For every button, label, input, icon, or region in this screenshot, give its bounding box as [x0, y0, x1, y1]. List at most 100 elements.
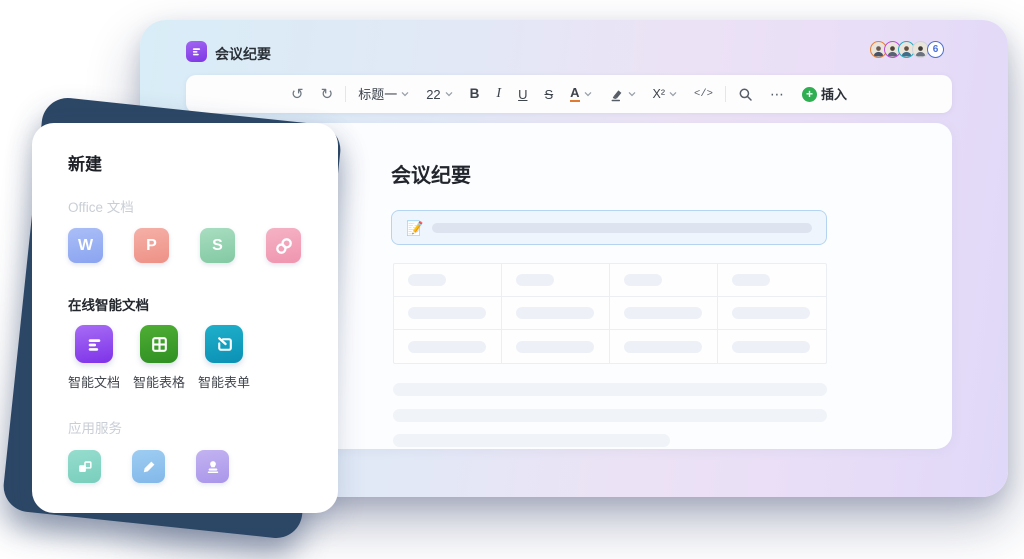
input-placeholder-bar	[432, 223, 812, 233]
insert-label: 插入	[821, 88, 847, 101]
more-icon: ⋯	[770, 87, 785, 101]
new-document-panel: 新建 Office 文档 W P S 在线智能文档	[32, 123, 338, 513]
app-services-row	[68, 450, 229, 483]
highlighter-icon	[609, 87, 624, 102]
chevron-down-icon	[584, 91, 592, 97]
table-cell-placeholder	[394, 297, 502, 330]
screenshot-stage: 会议纪要 6 ↺ ↻	[0, 0, 1024, 559]
titlebar: 会议纪要 6	[140, 20, 1008, 82]
text-placeholder	[393, 409, 827, 422]
font-color-icon: A	[570, 86, 579, 102]
paragraph-style-label: 标题一	[358, 88, 397, 101]
strikethrough-button[interactable]: S	[539, 85, 558, 104]
table-cell-placeholder	[502, 330, 610, 363]
office-section-label: Office 文档	[68, 196, 134, 216]
toolbar-divider	[345, 86, 346, 102]
stamp-icon	[204, 458, 222, 476]
table-cell-placeholder	[610, 330, 718, 363]
presentation-letter: P	[146, 237, 157, 255]
more-button[interactable]: ⋯	[765, 84, 790, 104]
search-icon	[738, 87, 753, 102]
table-cell-placeholder	[502, 297, 610, 330]
stamp-service-tile[interactable]	[196, 450, 229, 483]
highlight-dropdown[interactable]	[604, 84, 641, 105]
smart-form-tile	[205, 325, 243, 363]
code-button[interactable]: </>	[689, 86, 718, 103]
pdf-icon	[273, 235, 295, 257]
redo-icon: ↻	[321, 87, 334, 102]
table-cell-placeholder	[718, 297, 826, 330]
text-placeholder	[393, 434, 670, 447]
doc-lines-icon	[84, 334, 105, 355]
person-icon	[872, 44, 885, 57]
paragraph-style-dropdown[interactable]: 标题一	[353, 85, 414, 104]
chevron-down-icon	[628, 91, 636, 97]
collaborator-avatars: 6	[873, 41, 944, 58]
font-color-dropdown[interactable]: A	[565, 83, 596, 105]
chevron-down-icon	[401, 91, 409, 97]
smart-sheet-label: 智能表格	[133, 372, 185, 391]
new-smart-doc[interactable]: 智能文档	[68, 325, 120, 391]
table-cell-placeholder	[610, 264, 718, 297]
grid-icon	[149, 334, 170, 355]
workflow-icon	[76, 458, 94, 476]
panel-title: 新建	[68, 150, 102, 175]
table-cell-placeholder	[610, 297, 718, 330]
table-cell-placeholder	[394, 264, 502, 297]
memo-icon: 📝	[406, 221, 423, 235]
new-smart-form[interactable]: 智能表单	[198, 325, 250, 391]
plus-icon: +	[802, 87, 817, 102]
new-spreadsheet-tile[interactable]: S	[200, 228, 235, 263]
spreadsheet-letter: S	[212, 237, 223, 255]
document-icon	[186, 41, 207, 62]
workflow-service-tile[interactable]	[68, 450, 101, 483]
redo-button[interactable]: ↻	[316, 84, 339, 105]
signature-service-tile[interactable]	[132, 450, 165, 483]
services-section-label: 应用服务	[68, 417, 122, 437]
office-doc-row: W P S	[68, 228, 301, 263]
table-cell-placeholder	[394, 330, 502, 363]
bold-button[interactable]: B	[465, 84, 485, 104]
formatting-toolbar: ↺ ↻ 标题一 22 B I U S A	[186, 75, 952, 113]
new-presentation-tile[interactable]: P	[134, 228, 169, 263]
window-title: 会议纪要	[215, 44, 271, 64]
insert-button[interactable]: + 插入	[797, 84, 852, 105]
collaborator-count-badge[interactable]: 6	[927, 41, 944, 58]
toolbar-divider	[725, 86, 726, 102]
new-word-doc-tile[interactable]: W	[68, 228, 103, 263]
italic-button[interactable]: I	[491, 84, 506, 104]
word-letter: W	[78, 237, 93, 255]
inline-note-input[interactable]: 📝	[391, 210, 827, 245]
signature-pen-icon	[140, 458, 158, 476]
placeholder-table	[393, 263, 827, 364]
table-cell-placeholder	[718, 264, 826, 297]
superscript-icon: X²	[653, 88, 666, 101]
superscript-dropdown[interactable]: X²	[648, 85, 683, 104]
table-cell-placeholder	[502, 264, 610, 297]
new-pdf-tile[interactable]	[266, 228, 301, 263]
new-smart-sheet[interactable]: 智能表格	[133, 325, 185, 391]
font-size-value: 22	[426, 88, 440, 101]
chevron-down-icon	[669, 91, 677, 97]
font-size-dropdown[interactable]: 22	[421, 85, 457, 104]
smart-doc-row: 智能文档 智能表格 智	[68, 325, 250, 391]
smart-section-label: 在线智能文档	[68, 294, 149, 314]
smart-sheet-tile	[140, 325, 178, 363]
underline-button[interactable]: U	[513, 85, 532, 104]
document-heading: 会议纪要	[391, 159, 471, 188]
smart-doc-tile	[75, 325, 113, 363]
form-icon	[214, 334, 235, 355]
table-cell-placeholder	[718, 330, 826, 363]
text-placeholder	[393, 383, 827, 396]
smart-form-label: 智能表单	[198, 372, 250, 391]
smart-doc-label: 智能文档	[68, 372, 120, 391]
undo-icon: ↺	[291, 87, 304, 102]
doc-lines-icon	[190, 45, 203, 58]
search-button[interactable]	[733, 84, 758, 105]
person-icon	[886, 44, 899, 57]
chevron-down-icon	[445, 91, 453, 97]
code-icon: </>	[694, 89, 713, 100]
person-icon	[914, 44, 927, 57]
person-icon	[900, 44, 913, 57]
undo-button[interactable]: ↺	[286, 84, 309, 105]
